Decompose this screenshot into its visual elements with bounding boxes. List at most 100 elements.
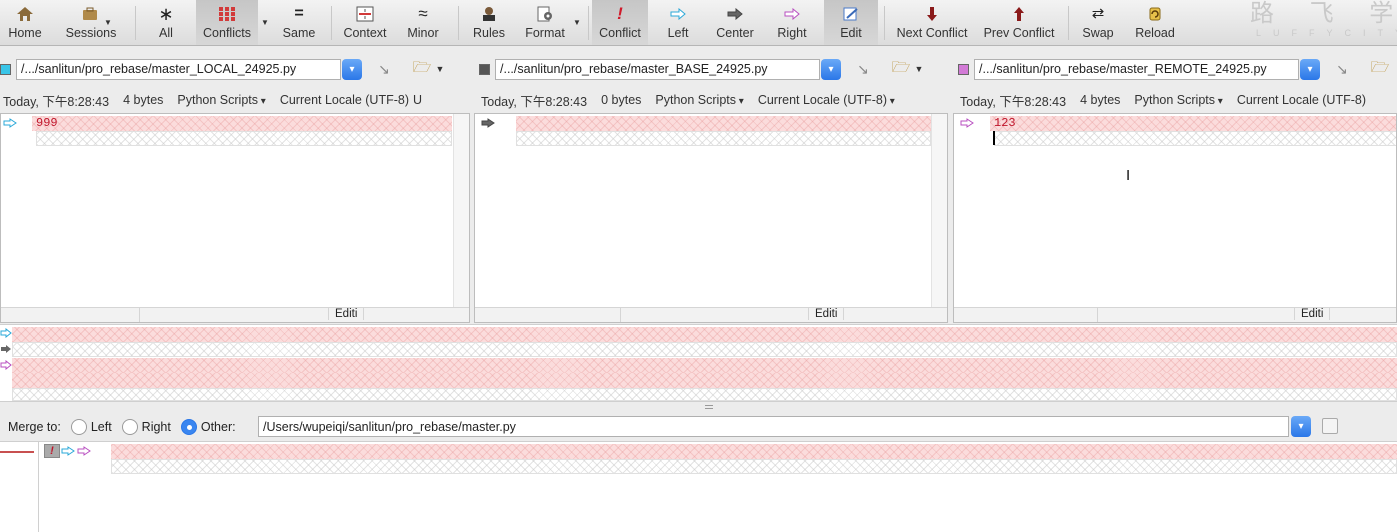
remote-editor-pane[interactable]: 123 I Editi [953, 113, 1397, 323]
remote-folder-icon[interactable]: 🗁 [1368, 59, 1392, 79]
base-size: 0 bytes [601, 93, 642, 107]
left-path-field[interactable]: /.../sanlitun/pro_rebase/master_LOCAL_24… [16, 58, 341, 80]
output-conflict-icon[interactable]: ! [44, 444, 60, 458]
format-button[interactable]: Format [518, 0, 572, 45]
left-edit-mode-label: Editi [328, 308, 365, 320]
base-gutter [475, 114, 507, 322]
remote-path-combo-button[interactable]: ▾ [1300, 58, 1320, 80]
overview-base-arrow-icon [0, 343, 12, 357]
remote-encoding[interactable]: Current Locale (UTF-8) [1237, 93, 1366, 107]
reload-icon [1147, 5, 1163, 23]
merge-left-option[interactable]: Left [70, 419, 112, 435]
center-label: Center [716, 26, 754, 40]
merge-left-radio[interactable] [70, 419, 87, 435]
base-path-field[interactable]: /.../sanlitun/pro_rebase/master_BASE_249… [495, 58, 820, 80]
output-left-arrow-icon[interactable] [61, 445, 75, 459]
overview-left-arrow-icon [0, 327, 12, 341]
sessions-button[interactable]: Sessions [58, 0, 124, 45]
base-edit-mode-label: Editi [808, 308, 845, 320]
merge-output-combo-button[interactable]: ▾ [1291, 416, 1311, 437]
left-folder-icon[interactable]: 🗁 [410, 59, 434, 79]
same-button[interactable]: = Same [276, 0, 322, 45]
left-copy-arrow-icon[interactable]: ↘ [372, 59, 396, 79]
swap-button[interactable]: ⇄ Swap [1076, 0, 1120, 45]
remote-status-divider [1097, 308, 1098, 322]
merge-output-path-field[interactable]: /Users/wupeiqi/sanlitun/pro_rebase/maste… [258, 416, 1289, 437]
base-scrollbar[interactable] [931, 114, 947, 309]
conflicts-button[interactable]: Conflicts [196, 0, 258, 45]
edit-button[interactable]: Edit [824, 0, 878, 45]
output-right-arrow-icon[interactable] [77, 445, 91, 459]
remote-edit-mode-label: Editi [1294, 308, 1331, 320]
arrow-up-red-icon [1013, 5, 1025, 23]
sessions-label: Sessions [65, 26, 117, 40]
all-button[interactable]: ∗ All [144, 0, 188, 45]
rules-button[interactable]: Rules [466, 0, 512, 45]
left-scrollbar[interactable] [453, 114, 469, 309]
next-conflict-button[interactable]: Next Conflict [890, 0, 974, 45]
left-button[interactable]: Left [656, 0, 700, 45]
base-file-bar: /.../sanlitun/pro_rebase/master_BASE_249… [479, 56, 949, 82]
text-cursor [993, 131, 995, 145]
conflict-button[interactable]: ! Conflict [592, 0, 648, 45]
next-conflict-label: Next Conflict [896, 26, 968, 40]
asterisk-icon: ∗ [158, 4, 174, 24]
home-label: Home [8, 26, 42, 40]
format-label: Format [525, 26, 565, 40]
overview-base-row [12, 358, 1397, 373]
context-button[interactable]: Context [338, 0, 392, 45]
home-button[interactable]: Home [2, 0, 48, 45]
format-dropdown-icon[interactable]: ▼ [573, 18, 581, 27]
conflicts-label: Conflicts [203, 26, 251, 40]
remote-line-1[interactable]: 123 [990, 116, 1396, 131]
base-encoding-dropdown[interactable]: Current Locale (UTF-8) [758, 93, 895, 107]
base-color-swatch [479, 63, 490, 75]
left-encoding[interactable]: Current Locale (UTF-8) [280, 93, 409, 107]
prev-conflict-button[interactable]: Prev Conflict [978, 0, 1060, 45]
save-icon[interactable] [1322, 418, 1338, 434]
remote-path-field[interactable]: /.../sanlitun/pro_rebase/master_REMOTE_2… [974, 58, 1299, 80]
left-line-1[interactable]: 999 [32, 116, 452, 131]
briefcase-icon [81, 5, 101, 23]
base-format-dropdown[interactable]: Python Scripts [655, 93, 743, 107]
left-editor-pane[interactable]: 999 Editi [0, 113, 470, 323]
diff-overview-strip[interactable] [0, 324, 1397, 402]
conflicts-dropdown-icon[interactable]: ▼ [261, 18, 269, 27]
splitter-grip[interactable] [705, 405, 713, 409]
left-file-bar: /.../sanlitun/pro_rebase/master_LOCAL_24… [0, 56, 470, 82]
left-label: Left [667, 26, 689, 40]
merge-to-label: Merge to: [8, 420, 61, 434]
arrow-right-purple-icon [784, 5, 800, 23]
output-conflict-line[interactable] [111, 444, 1397, 459]
overview-remote-empty-row [12, 388, 1397, 401]
left-path-combo-button[interactable]: ▾ [342, 58, 362, 80]
remote-format-dropdown[interactable]: Python Scripts [1134, 93, 1222, 107]
left-format-dropdown[interactable]: Python Scripts [177, 93, 265, 107]
pane-splitter[interactable] [0, 402, 1397, 412]
watermark-line2: LUFFYCITY [1256, 28, 1397, 38]
remote-copy-arrow-icon[interactable]: ↘ [1330, 59, 1354, 79]
base-folder-icon[interactable]: 🗁 [889, 59, 913, 79]
base-editor-pane[interactable]: Editi [474, 113, 948, 323]
reload-button[interactable]: Reload [1130, 0, 1180, 45]
toolbar: Home Sessions ▼ ∗ All Conflicts ▼ = Same… [0, 0, 1397, 46]
sessions-dropdown-icon[interactable]: ▼ [104, 18, 112, 27]
left-file-info: Today, 下午8:28:43 4 bytes Python Scripts … [3, 90, 469, 110]
merge-other-option[interactable]: Other: [180, 419, 236, 435]
base-folder-dropdown-icon[interactable]: ▼ [913, 59, 925, 79]
left-folder-dropdown-icon[interactable]: ▼ [434, 59, 446, 79]
merge-output-pane[interactable]: ! [0, 441, 1397, 532]
base-copy-arrow-icon[interactable]: ↘ [851, 59, 875, 79]
merge-right-option[interactable]: Right [121, 419, 171, 435]
arrow-right-cyan-icon [670, 5, 686, 23]
base-line-1[interactable] [516, 116, 931, 131]
left-change-arrow-icon [3, 116, 17, 131]
app-window: Home Sessions ▼ ∗ All Conflicts ▼ = Same… [0, 0, 1397, 532]
center-button[interactable]: Center [708, 0, 762, 45]
merge-other-radio[interactable] [180, 419, 197, 435]
right-button[interactable]: Right [768, 0, 816, 45]
minor-button[interactable]: ≈ Minor [400, 0, 446, 45]
conflict-label: Conflict [599, 26, 641, 40]
merge-right-radio[interactable] [121, 419, 138, 435]
base-path-combo-button[interactable]: ▾ [821, 58, 841, 80]
